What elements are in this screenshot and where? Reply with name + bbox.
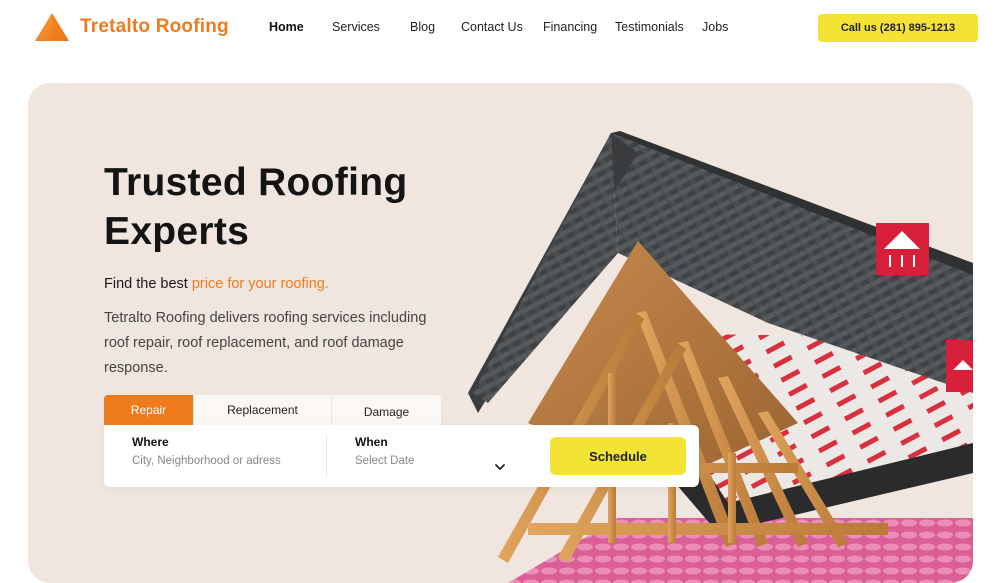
schedule-button[interactable]: Schedule	[550, 437, 686, 475]
nav-blog[interactable]: Blog	[410, 20, 435, 34]
tagline-highlight: price for your roofing.	[191, 276, 329, 292]
tab-replacement[interactable]: Replacement	[194, 395, 332, 425]
where-field: Where	[132, 435, 312, 467]
hero-tagline: Find the best price for your roofing.	[104, 276, 329, 292]
brand-name: Tretalto Roofing	[80, 16, 229, 37]
logo-triangle-icon	[35, 13, 69, 41]
top-navigation-bar: Tretalto Roofing Home Services Blog Cont…	[0, 0, 1000, 60]
nav-home[interactable]: Home	[269, 20, 304, 34]
tab-repair[interactable]: Repair	[104, 395, 194, 425]
nav-contact-us[interactable]: Contact Us	[461, 20, 523, 34]
hero-section: Trusted Roofing Experts Find the best pr…	[28, 83, 973, 583]
call-us-button[interactable]: Call us (281) 895-1213	[818, 14, 978, 42]
when-field: When	[355, 435, 495, 467]
nav-financing[interactable]: Financing	[543, 20, 597, 34]
service-tabs: Repair Replacement Damage	[104, 395, 442, 425]
booking-form: Where When Schedule	[104, 425, 699, 487]
field-divider	[326, 435, 327, 477]
where-input[interactable]	[132, 455, 312, 467]
nav-testimonials[interactable]: Testimonials	[615, 20, 684, 34]
tagline-prefix: Find the best	[104, 276, 192, 292]
brand-logo[interactable]: Tretalto Roofing	[34, 12, 229, 42]
roof-layers-illustration	[468, 131, 973, 583]
when-label: When	[355, 435, 388, 449]
nav-jobs[interactable]: Jobs	[702, 20, 728, 34]
tab-damage[interactable]: Damage	[332, 395, 442, 425]
hero-description: Tetralto Roofing delivers roofing servic…	[104, 310, 427, 376]
chevron-down-icon[interactable]	[494, 461, 506, 473]
when-date-input[interactable]	[355, 455, 495, 467]
nav-services[interactable]: Services	[332, 20, 380, 34]
where-label: Where	[132, 435, 169, 449]
hero-title: Trusted Roofing Experts	[104, 161, 408, 253]
